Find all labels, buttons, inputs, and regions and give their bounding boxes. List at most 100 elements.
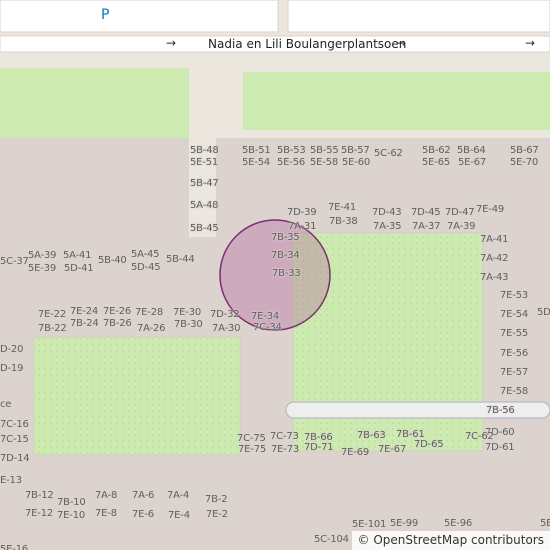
parking-icon[interactable]: P <box>101 7 109 23</box>
address-label: 7A-4 <box>167 490 190 501</box>
address-label: 5D-41 <box>64 263 94 274</box>
address-label: 7E-2 <box>206 509 228 520</box>
address-label: 7B-2 <box>205 494 228 505</box>
address-label: 7B-12 <box>25 490 54 501</box>
address-label: 7A-39 <box>447 221 476 232</box>
address-label: 5B-51 <box>242 145 271 156</box>
address-label: 7A-6 <box>132 490 155 501</box>
address-label: 7D-14 <box>0 453 30 464</box>
address-label: 7E-26 <box>103 306 132 317</box>
address-label: 7C-15 <box>0 434 29 445</box>
address-label: 7A-31 <box>288 221 317 232</box>
address-label: 5B-48 <box>190 145 219 156</box>
address-label: 7E-28 <box>135 307 164 318</box>
address-label: 7E-10 <box>57 510 86 521</box>
address-label: 5D <box>537 307 550 318</box>
address-label: 5A-45 <box>131 249 160 260</box>
address-label: 7E-69 <box>341 447 370 458</box>
address-label: D-19 <box>0 363 24 374</box>
address-label: 7D-71 <box>304 442 334 453</box>
address-label: 5D-45 <box>131 262 161 273</box>
address-label: 5E-70 <box>510 157 539 168</box>
address-label: 5B-55 <box>310 145 339 156</box>
address-label: 7A-37 <box>412 221 441 232</box>
address-label: 5A-48 <box>190 200 219 211</box>
address-label: 5E-96 <box>444 518 473 529</box>
address-label: 5A-39 <box>28 250 57 261</box>
address-label: 7E-49 <box>476 204 505 215</box>
address-label: 5E-99 <box>390 518 419 529</box>
address-label: 5E-101 <box>352 519 387 530</box>
address-label: 7A-8 <box>95 490 118 501</box>
address-label: 5C-62 <box>374 148 403 159</box>
address-label: ce <box>0 399 12 410</box>
address-label: 7D-45 <box>411 207 441 218</box>
address-label: 7B-26 <box>103 318 132 329</box>
address-label: 5B-45 <box>190 223 219 234</box>
address-label: 5E-67 <box>458 157 487 168</box>
attribution[interactable]: © OpenStreetMap contributors <box>351 531 550 550</box>
garden-left <box>33 336 241 456</box>
address-label: 7D-61 <box>485 442 515 453</box>
address-label: 5E-39 <box>28 263 57 274</box>
attribution-text[interactable]: © OpenStreetMap contributors <box>358 533 544 547</box>
address-label: 7B-56 <box>486 405 515 416</box>
address-label: 7E-6 <box>132 509 154 520</box>
address-label: 7C-34 <box>253 322 282 333</box>
address-label: 7E-67 <box>378 444 407 455</box>
address-label: 7E-54 <box>500 309 529 320</box>
address-label: 5B-62 <box>422 145 451 156</box>
address-label: 7E-4 <box>168 510 190 521</box>
address-label: 7B-35 <box>271 232 300 243</box>
address-label: 7E-24 <box>70 306 99 317</box>
address-label: 7E-53 <box>500 290 529 301</box>
address-label: 7E-34 <box>251 311 280 322</box>
address-label: 7E-56 <box>500 348 529 359</box>
address-label: 7C-75 <box>237 433 266 444</box>
address-label: 5A-41 <box>63 250 92 261</box>
address-label: 5B-47 <box>190 178 219 189</box>
address-label: 5B-53 <box>277 145 306 156</box>
address-label: 7A-42 <box>480 253 509 264</box>
address-label: 7C-62 <box>465 431 494 442</box>
address-label: 7E-41 <box>328 202 357 213</box>
address-label: 5C-104 <box>314 534 349 545</box>
address-label: 7B-34 <box>271 250 300 261</box>
street-label: Nadia en Lili Boulangerplantsoen <box>208 37 407 51</box>
address-label: D-20 <box>0 344 24 355</box>
address-label: 7E-58 <box>500 386 529 397</box>
park-top-right <box>243 72 550 130</box>
address-label: 7D-32 <box>210 309 240 320</box>
address-label: 7A-41 <box>480 234 509 245</box>
address-label: 5E-54 <box>242 157 271 168</box>
address-label: 7B-33 <box>272 268 301 279</box>
address-label: 7E-75 <box>238 444 267 455</box>
park-top-left <box>0 68 189 138</box>
address-label: 7E-12 <box>25 508 54 519</box>
address-label: 5E-60 <box>342 157 371 168</box>
road-top-left <box>0 0 279 33</box>
address-label: 7B-30 <box>174 319 203 330</box>
address-label: 7D-47 <box>445 207 475 218</box>
oneway-arrow-icon: → <box>166 36 177 50</box>
address-label: 5C-37 <box>0 256 29 267</box>
address-label: 7D-43 <box>372 207 402 218</box>
address-label: 7E-57 <box>500 367 529 378</box>
address-label: 7E-8 <box>95 508 117 519</box>
address-label: 7B-63 <box>357 430 386 441</box>
address-label: 7A-35 <box>373 221 402 232</box>
oneway-arrow-icon: → <box>396 36 407 50</box>
address-label: 7E-30 <box>173 307 202 318</box>
address-label: 7D-39 <box>287 207 317 218</box>
address-label: 7E-22 <box>38 309 67 320</box>
address-label: 7A-26 <box>137 323 166 334</box>
address-label: 7E-73 <box>271 444 300 455</box>
address-label: 5B-40 <box>98 255 127 266</box>
address-label: E-13 <box>0 475 22 486</box>
address-label: 5E-65 <box>422 157 451 168</box>
address-label: 5E <box>540 518 550 529</box>
address-label: 5E-51 <box>190 157 219 168</box>
map-view[interactable]: P → Nadia en Lili Boulangerplantsoen → →… <box>0 0 550 550</box>
address-label: 7B-38 <box>329 216 358 227</box>
address-label: 7B-10 <box>57 497 86 508</box>
